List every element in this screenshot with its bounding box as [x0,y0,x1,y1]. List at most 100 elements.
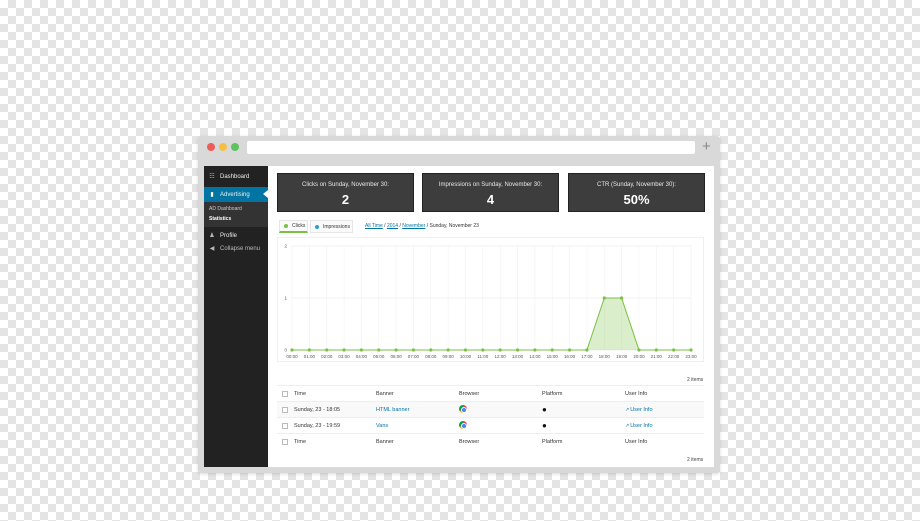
select-all-checkbox[interactable] [282,390,288,397]
column-header-browser[interactable]: Browser [459,391,479,397]
clicks-area [292,298,691,350]
column-header-user-info[interactable]: User Info [625,391,647,397]
dashboard-icon: ☷ [209,174,215,180]
megaphone-icon: ▮ [210,192,214,198]
breadcrumb-all-time[interactable]: All Time [365,223,383,229]
external-link-icon: ↗ [625,422,630,429]
clicks-data-point [550,348,554,352]
clicks-chart-svg: 0 1 2 00:00 01:00 02:00 03:00 04:00 05:00 06:00 07… [284,244,697,360]
x-tick-label: 02:00 [321,354,333,359]
address-bar[interactable] [247,141,695,154]
cell-banner-link[interactable]: Vans [376,423,388,429]
column-header-platform[interactable]: Platform [542,391,562,397]
chrome-icon [459,404,467,415]
clicks-data-point [307,348,311,352]
tab-clicks[interactable]: Clicks [279,220,308,233]
close-window-button[interactable] [207,143,215,151]
clicks-data-point [377,348,381,352]
clicks-bullet-icon [284,224,288,228]
clicks-data-point [602,296,606,300]
table-footer-row: Time Banner Browser Platform User Info [277,433,704,449]
column-footer-user-info[interactable]: User Info [625,439,647,445]
x-tick-label: 13:00 [512,354,524,359]
x-tick-label: 00:00 [286,354,298,359]
cell-user-info-link[interactable]: ↗User Info [625,407,653,413]
x-tick-label: 15:00 [547,354,559,359]
clicks-data-point [411,348,416,352]
y-tick-label: 0 [284,348,287,353]
apple-icon: ● [542,421,547,430]
minimize-window-button[interactable] [219,143,227,151]
clicks-data-point [481,348,485,352]
breadcrumb-month[interactable]: November [402,223,425,229]
clicks-data-point [672,348,676,352]
clicks-data-point [429,348,433,352]
stat-card-clicks: Clicks on Sunday, November 30: 2 [277,173,414,212]
table-header-row: Time Banner Browser Platform User Info [277,385,704,401]
column-header-time[interactable]: Time [294,391,306,397]
browser-titlebar: + [198,136,720,158]
column-footer-browser[interactable]: Browser [459,439,479,445]
clicks-data-point [515,348,520,352]
tab-impressions[interactable]: Impressions [310,220,353,233]
cell-time: Sunday, 23 - 19:59 [294,422,341,429]
cell-user-info-link[interactable]: ↗User Info [625,423,653,429]
x-tick-label: 06:00 [390,354,402,359]
clicks-data-point [637,348,641,352]
stat-value: 50% [623,192,650,207]
x-tick-label: 10:00 [460,354,472,359]
row-checkbox[interactable] [282,406,288,413]
impressions-bullet-icon [315,224,319,229]
submenu-item-ad-dashboard[interactable]: AD Dashboard [209,206,242,212]
collapse-arrow-icon: ◀ [209,246,215,252]
stat-value: 4 [486,192,495,207]
x-tick-label: 04:00 [356,354,368,359]
advertising-submenu: AD Dashboard Statistics [204,202,268,227]
breadcrumb-year[interactable]: 2014 [387,223,398,229]
table-row: Sunday, 23 - 19:59 Vans ● ↗User Info [277,417,704,433]
x-tick-label: 19:00 [616,354,628,359]
sidebar-item-dashboard[interactable]: ☷ Dashboard [204,169,268,184]
x-tick-label: 07:00 [408,354,420,359]
y-tick-label: 2 [284,244,287,249]
column-footer-platform[interactable]: Platform [542,439,562,445]
sidebar-item-advertising[interactable]: ▮ Advertising [204,187,268,202]
clicks-data-point [567,348,572,352]
clicks-data-point [585,348,589,352]
person-icon: ♟ [209,233,215,239]
sidebar-collapse-menu[interactable]: ◀ Collapse menu [204,241,268,256]
cell-banner-link[interactable]: HTML banner [376,407,409,413]
clicks-data-point [290,348,294,352]
clicks-chart: 0 1 2 00:00 01:00 02:00 03:00 04:00 05:00 06:00 07… [277,237,704,362]
x-tick-label: 18:00 [599,354,611,359]
x-tick-label: 22:00 [668,354,680,359]
x-tick-label: 12:00 [495,354,507,359]
stat-title: Clicks on Sunday, November 30: [302,182,389,188]
column-footer-time[interactable]: Time [294,439,306,445]
cell-time: Sunday, 23 - 18:05 [294,406,341,413]
x-tick-label: 20:00 [633,354,645,359]
stat-value: 2 [341,192,350,207]
clicks-data-point [342,348,346,352]
x-tick-label: 08:00 [425,354,437,359]
stat-title: Impressions on Sunday, November 30: [438,182,543,188]
clicks-data-point [498,348,502,352]
clicks-data-point [446,348,450,352]
column-footer-banner[interactable]: Banner [376,439,394,445]
submenu-item-statistics[interactable]: Statistics [209,216,231,222]
breadcrumb-current: / Sunday, November 23 [425,223,479,229]
clicks-data-point [620,296,624,300]
apple-icon: ● [542,405,547,414]
page-viewport: ☷ Dashboard ▮ Advertising AD Dashboard S… [204,166,714,467]
stat-card-ctr: CTR (Sunday, November 30): 50% [568,173,705,212]
clicks-data-point [689,348,693,352]
column-header-banner[interactable]: Banner [376,391,394,397]
row-checkbox[interactable] [282,422,288,429]
clicks-data-point [394,348,398,352]
select-all-checkbox-footer[interactable] [282,438,288,445]
x-tick-label: 21:00 [651,354,663,359]
new-tab-icon[interactable]: + [702,137,711,157]
y-tick-label: 1 [284,296,287,301]
items-count-top: 2 items [687,377,704,383]
maximize-window-button[interactable] [231,143,239,151]
